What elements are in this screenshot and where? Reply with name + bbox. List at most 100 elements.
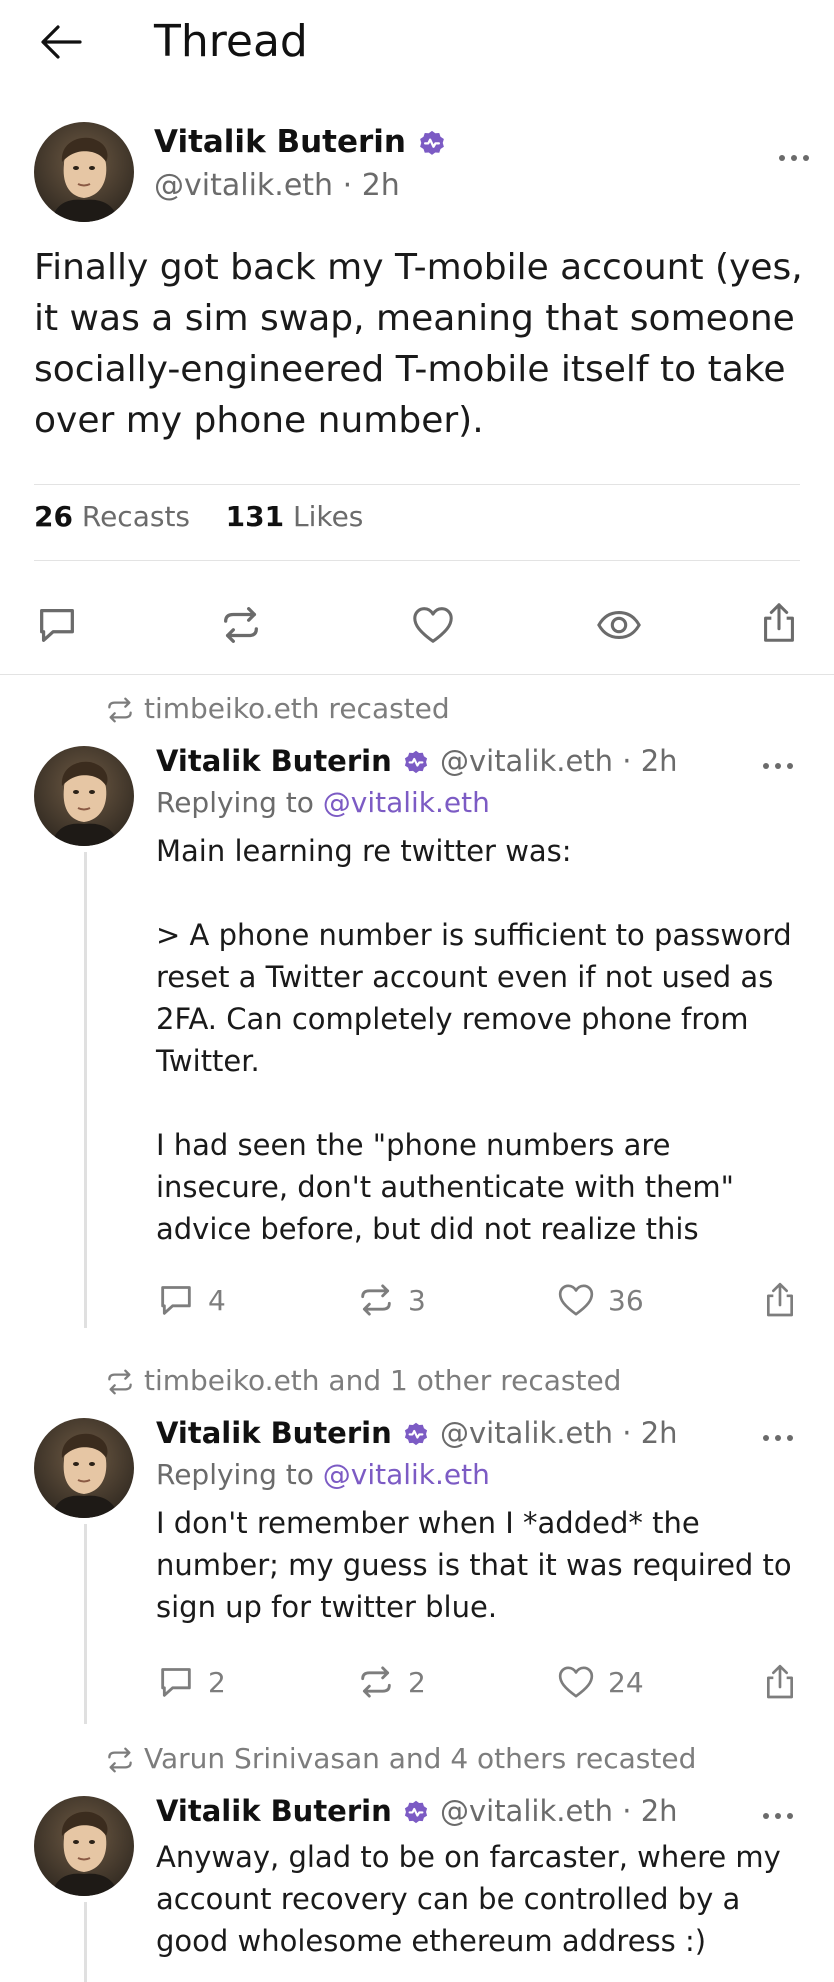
recasted-by-text: timbeiko.eth recasted	[144, 692, 450, 725]
reply-button[interactable]: 4	[156, 1278, 226, 1322]
eye-icon[interactable]	[596, 602, 642, 648]
replying-to: Replying to @vitalik.eth	[156, 786, 490, 819]
replying-to: Replying to @vitalik.eth	[156, 1458, 490, 1491]
post-stats: 26 Recasts 131 Likes	[34, 500, 363, 533]
replying-to-prefix: Replying to	[156, 786, 314, 819]
reply-paragraph: Main learning re twitter was:	[156, 834, 572, 868]
author-name[interactable]: Vitalik Buterin	[154, 124, 447, 160]
recast-button[interactable]: 3	[356, 1278, 426, 1322]
recasts-label[interactable]: Recasts	[82, 500, 190, 533]
recasted-by[interactable]: Varun Srinivasan and 4 others recasted	[104, 1742, 696, 1776]
reply-count: 2	[208, 1665, 226, 1699]
recasted-by-text: timbeiko.eth and 1 other recasted	[144, 1364, 622, 1397]
post-time: 2h	[640, 744, 678, 778]
recast-count: 3	[408, 1283, 426, 1317]
more-horizontal-icon[interactable]	[760, 1810, 796, 1822]
recast-icon	[104, 1366, 136, 1398]
thread-line	[84, 852, 87, 1328]
separator-dot: ·	[342, 168, 362, 203]
recasted-by[interactable]: timbeiko.eth and 1 other recasted	[104, 1364, 621, 1398]
author-handle-line: @vitalik.eth · 2h	[154, 168, 400, 203]
verified-badge-icon	[402, 749, 430, 777]
author-handle[interactable]: @vitalik.eth	[440, 1794, 613, 1828]
share-icon	[760, 1662, 800, 1702]
verified-badge-icon	[417, 129, 447, 159]
reply-author-line: Vitalik Buterin @vitalik.eth · 2h	[156, 1416, 678, 1450]
replying-to-mention[interactable]: @vitalik.eth	[323, 786, 490, 819]
reply-author-line: Vitalik Buterin @vitalik.eth · 2h	[156, 1794, 678, 1828]
recasted-by-text: Varun Srinivasan and 4 others recasted	[144, 1742, 697, 1775]
comment-icon	[156, 1662, 196, 1702]
reply-count: 4	[208, 1283, 226, 1317]
reply-author-line: Vitalik Buterin @vitalik.eth · 2h	[156, 744, 678, 778]
heart-icon	[556, 1662, 596, 1702]
recast-icon	[356, 1662, 396, 1702]
post-time: 2h	[640, 1794, 678, 1828]
author-name[interactable]: Vitalik Buterin	[156, 744, 392, 778]
more-horizontal-icon[interactable]	[776, 152, 812, 164]
like-count: 36	[608, 1283, 644, 1317]
author-handle[interactable]: @vitalik.eth	[440, 1416, 613, 1450]
separator-dot: ·	[613, 1416, 641, 1450]
author-name[interactable]: Vitalik Buterin	[156, 1416, 392, 1450]
reply-button[interactable]: 2	[156, 1660, 226, 1704]
recast-icon	[104, 1744, 136, 1776]
recast-icon	[356, 1280, 396, 1320]
author-handle[interactable]: @vitalik.eth	[440, 744, 613, 778]
reply-text: Main learning re twitter was: > A phone …	[156, 830, 806, 1250]
replying-to-mention[interactable]: @vitalik.eth	[323, 1458, 490, 1491]
recast-button[interactable]: 2	[356, 1660, 426, 1704]
reply-paragraph: > A phone number is sufficient to passwo…	[156, 918, 792, 1078]
like-count: 24	[608, 1665, 644, 1699]
divider	[34, 560, 800, 561]
avatar[interactable]	[34, 746, 134, 846]
share-icon	[760, 1280, 800, 1320]
main-post-actions	[0, 596, 834, 656]
author-name-text: Vitalik Buterin	[154, 124, 406, 160]
heart-icon	[556, 1280, 596, 1320]
replying-to-prefix: Replying to	[156, 1458, 314, 1491]
recast-icon[interactable]	[218, 602, 264, 648]
heart-icon[interactable]	[410, 602, 456, 648]
recasts-count[interactable]: 26	[34, 500, 73, 533]
divider	[34, 484, 800, 485]
reply-actions: 2 2 24	[156, 1660, 806, 1704]
share-button[interactable]	[760, 1660, 800, 1704]
comment-icon	[156, 1280, 196, 1320]
verified-badge-icon	[402, 1421, 430, 1449]
post-time: 2h	[361, 168, 400, 203]
more-horizontal-icon[interactable]	[760, 760, 796, 772]
share-button[interactable]	[760, 1278, 800, 1322]
post-text: Finally got back my T-mobile account (ye…	[34, 247, 803, 441]
reply-paragraph: Anyway, glad to be on farcaster, where m…	[156, 1840, 781, 1958]
author-name[interactable]: Vitalik Buterin	[156, 1794, 392, 1828]
like-button[interactable]: 36	[556, 1278, 644, 1322]
reply-text: Anyway, glad to be on farcaster, where m…	[156, 1836, 806, 1962]
verified-badge-icon	[402, 1799, 430, 1827]
recast-icon	[104, 694, 136, 726]
post-time: 2h	[640, 1416, 678, 1450]
comment-icon[interactable]	[34, 602, 80, 648]
author-handle[interactable]: @vitalik.eth	[154, 168, 333, 203]
top-bar: Thread	[0, 0, 834, 90]
recasted-by[interactable]: timbeiko.eth recasted	[104, 692, 450, 726]
share-icon[interactable]	[756, 600, 802, 646]
reply-paragraph: I don't remember when I *added* the numb…	[156, 1506, 792, 1624]
separator-dot: ·	[613, 1794, 641, 1828]
recast-count: 2	[408, 1665, 426, 1699]
likes-label[interactable]: Likes	[293, 500, 363, 533]
thread-line	[84, 1902, 87, 1982]
reply-text: I don't remember when I *added* the numb…	[156, 1502, 806, 1628]
more-horizontal-icon[interactable]	[760, 1432, 796, 1444]
avatar[interactable]	[34, 1796, 134, 1896]
like-button[interactable]: 24	[556, 1660, 644, 1704]
section-divider	[0, 674, 834, 675]
separator-dot: ·	[613, 744, 641, 778]
thread-line	[84, 1524, 87, 1724]
likes-count[interactable]: 131	[226, 500, 284, 533]
avatar[interactable]	[34, 122, 134, 222]
avatar[interactable]	[34, 1418, 134, 1518]
reply-actions: 4 3 36	[156, 1278, 806, 1322]
arrow-left-icon[interactable]	[38, 22, 84, 62]
reply-paragraph: I had seen the "phone numbers are insecu…	[156, 1128, 734, 1246]
